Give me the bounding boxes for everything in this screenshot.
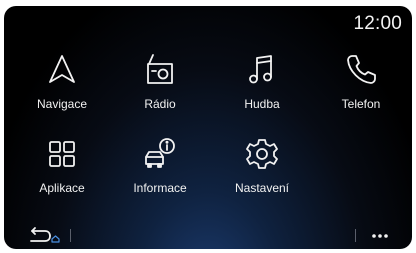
music-note-icon: [242, 50, 282, 90]
back-home-icon: [30, 227, 60, 243]
more-dots-icon: [372, 234, 388, 238]
app-tile-apps[interactable]: Aplikace: [12, 134, 112, 210]
navigation-arrow-icon: [42, 50, 82, 90]
home-screen: 12:00 Navigace Rádio Hudba Telefon Aplik…: [4, 6, 412, 249]
bottom-bar: [4, 221, 412, 249]
app-label-info: Informace: [133, 181, 187, 195]
clock: 12:00: [353, 13, 402, 34]
app-label-radio: Rádio: [144, 97, 176, 111]
app-tile-navigation[interactable]: Navigace: [12, 50, 112, 126]
app-tile-radio[interactable]: Rádio: [110, 50, 210, 126]
app-tile-phone[interactable]: Telefon: [311, 50, 411, 126]
app-label-settings: Nastavení: [234, 181, 290, 195]
app-label-music: Hudba: [244, 97, 280, 111]
gear-icon: [242, 134, 282, 174]
bottom-separator-right: [355, 229, 356, 242]
radio-icon: [140, 50, 180, 90]
app-label-navigation: Navigace: [36, 97, 88, 111]
more-button[interactable]: [368, 225, 392, 245]
app-tile-music[interactable]: Hudba: [212, 50, 312, 126]
app-tile-info[interactable]: Informace: [110, 134, 210, 210]
bottom-separator-left: [70, 229, 71, 242]
apps-grid-icon: [42, 134, 82, 174]
phone-icon: [341, 50, 381, 90]
back-button[interactable]: [26, 225, 62, 245]
app-label-apps: Aplikace: [39, 181, 85, 195]
app-label-phone: Telefon: [341, 97, 381, 111]
app-tile-settings[interactable]: Nastavení: [212, 134, 312, 210]
car-info-icon: [140, 134, 180, 174]
